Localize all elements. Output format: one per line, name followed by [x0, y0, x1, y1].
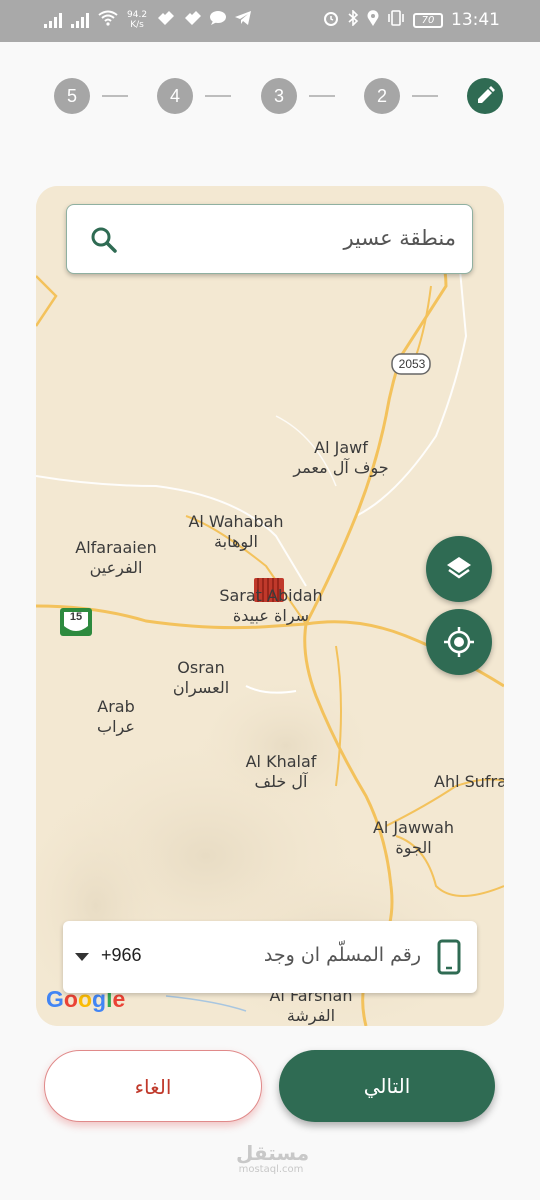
edit-pencil-icon — [478, 86, 495, 103]
step-connector — [205, 95, 231, 97]
step-2: 2 — [364, 78, 400, 114]
place-label: Osran العسران — [172, 658, 230, 697]
road-label-2053: 2053 — [398, 357, 426, 371]
network-speed: 94.2 K/s — [127, 10, 148, 30]
map-view[interactable]: 2053 15 Al Jawf جوف آل معمر Al Wahabah الو… — [36, 186, 504, 1026]
place-label: Arab عراب — [97, 697, 135, 736]
step-connector — [102, 95, 128, 97]
search-text[interactable]: منطقة عسير — [343, 226, 456, 250]
wifi-icon — [98, 10, 118, 30]
signal-icon-2 — [71, 12, 89, 28]
app-notification-icon — [156, 11, 175, 29]
battery-icon: 70 — [413, 12, 443, 28]
step-connector — [309, 95, 335, 97]
step-4: 4 — [157, 78, 193, 114]
crosshair-icon — [444, 627, 474, 657]
phone-icon — [437, 939, 461, 979]
vibrate-icon — [387, 10, 405, 30]
place-label: Al Khalaf آل خلف — [245, 752, 317, 791]
location-icon — [367, 10, 379, 30]
place-label: Al Jawwah الجوة — [372, 818, 455, 857]
app-notification-icon-2 — [183, 11, 202, 29]
step-5: 5 — [54, 78, 90, 114]
place-label: Alfaraaien الفرعين — [75, 538, 157, 577]
clock: 13:41 — [451, 10, 500, 30]
layers-button[interactable] — [426, 536, 492, 602]
step-3: 3 — [261, 78, 297, 114]
country-code[interactable]: +966 — [101, 945, 142, 966]
place-label: Ahl Sufra — [434, 772, 504, 791]
map-search-box[interactable]: منطقة عسير — [66, 204, 473, 274]
chat-icon — [210, 11, 227, 29]
signal-icon — [44, 12, 62, 28]
cancel-button[interactable]: الغاء — [44, 1050, 262, 1122]
road-label-15: 15 — [69, 611, 83, 623]
alarm-icon — [323, 10, 339, 30]
telegram-icon — [235, 11, 252, 29]
phone-input[interactable]: رقم المسلّم ان وجد — [264, 944, 421, 966]
place-label: Al Wahabah الوهابة — [188, 512, 284, 551]
watermark: مستقل mostaql.com — [236, 1141, 310, 1175]
chevron-down-icon[interactable] — [75, 953, 89, 961]
next-button[interactable]: التالي — [279, 1050, 495, 1122]
search-icon[interactable] — [89, 225, 119, 259]
status-bar: 94.2 K/s 70 13:41 — [0, 0, 540, 42]
step-connector — [412, 95, 438, 97]
place-label: Sarat Abidah سراة عبيدة — [219, 586, 323, 625]
layers-icon — [447, 557, 471, 579]
my-location-button[interactable] — [426, 609, 492, 675]
bluetooth-icon — [347, 9, 359, 30]
receiver-phone-field[interactable]: رقم المسلّم ان وجد +966 — [63, 921, 477, 993]
step-1-active — [467, 78, 503, 114]
place-label: Al Jawf جوف آل معمر — [293, 438, 389, 477]
